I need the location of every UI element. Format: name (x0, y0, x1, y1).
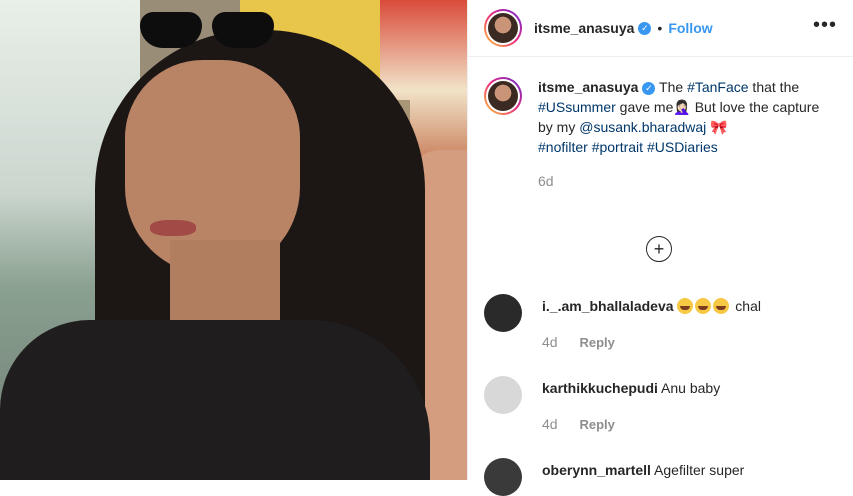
commenter-username[interactable]: oberynn_martell (542, 462, 651, 478)
laughing-emoji-icon (677, 298, 694, 314)
hashtag-link[interactable]: #USsummer (538, 99, 616, 115)
comment-body: oberynn_martell Agefilter super (542, 462, 744, 478)
commenter-username[interactable]: karthikkuchepudi (542, 380, 658, 396)
post-header: itsme_anasuya ✓ • Follow ••• (468, 0, 853, 57)
post-photo[interactable] (0, 0, 467, 480)
comment-body: karthikkuchepudi Anu baby (542, 380, 720, 396)
mention-link[interactable]: @susank.bharadwaj (579, 119, 706, 135)
post-side-panel: itsme_anasuya ✓ • Follow ••• itsme_anasu… (468, 0, 853, 496)
caption-part: 🎀 (706, 119, 728, 135)
comment-meta: 4d Reply (542, 416, 615, 432)
comment-text: Agefilter super (650, 462, 745, 478)
header-separator: • (657, 20, 663, 36)
caption-avatar[interactable] (484, 77, 522, 115)
caption-verified-badge-icon: ✓ (642, 81, 656, 95)
verified-badge-icon: ✓ (638, 21, 652, 35)
commenter-avatar[interactable] (484, 458, 522, 496)
caption-username[interactable]: itsme_anasuya (538, 79, 638, 95)
comment-text: Anu baby (657, 380, 721, 396)
comment-text: chal (731, 298, 761, 314)
hashtag-link[interactable]: #USDiaries (647, 139, 718, 155)
hashtag-link[interactable]: #portrait (592, 139, 643, 155)
comment-timestamp[interactable]: 4d (542, 416, 558, 432)
commenter-avatar[interactable] (484, 376, 522, 414)
comment-timestamp[interactable]: 4d (542, 334, 558, 350)
laughing-emoji-icon (695, 298, 712, 314)
reply-button[interactable]: Reply (579, 417, 614, 432)
caption-part: The (659, 79, 688, 95)
photo-subject-lips (150, 220, 196, 236)
hashtag-link[interactable]: #nofilter (538, 139, 588, 155)
commenter-username[interactable]: i._.am_bhallaladeva (542, 298, 674, 314)
facepalm-emoji: 🤦🏻‍♀️ (673, 99, 691, 115)
instagram-post-viewer: itsme_anasuya ✓ • Follow ••• itsme_anasu… (0, 0, 853, 496)
reply-button[interactable]: Reply (579, 335, 614, 350)
caption-text: itsme_anasuya ✓ The #TanFace that the #US… (538, 77, 828, 191)
caption-timestamp[interactable]: 6d (538, 171, 828, 191)
comment-meta: 4d Reply (542, 334, 615, 350)
hashtag-link[interactable]: #TanFace (687, 79, 748, 95)
laughing-emoji-icon (713, 298, 730, 314)
comment-body: i._.am_bhallaladeva chal (542, 298, 761, 314)
author-avatar[interactable] (484, 9, 522, 47)
post-caption: itsme_anasuya ✓ The #TanFace that the #US… (468, 57, 853, 191)
author-username[interactable]: itsme_anasuya (534, 20, 634, 36)
photo-subject-shirt (0, 320, 430, 480)
photo-subject-sunglasses (140, 12, 280, 50)
commenter-avatar[interactable] (484, 294, 522, 332)
plus-circle-icon[interactable]: + (646, 236, 672, 262)
more-options-icon[interactable]: ••• (813, 14, 837, 37)
follow-button[interactable]: Follow (668, 20, 712, 36)
caption-part: gave me (615, 99, 674, 115)
caption-part: that the (748, 79, 800, 95)
